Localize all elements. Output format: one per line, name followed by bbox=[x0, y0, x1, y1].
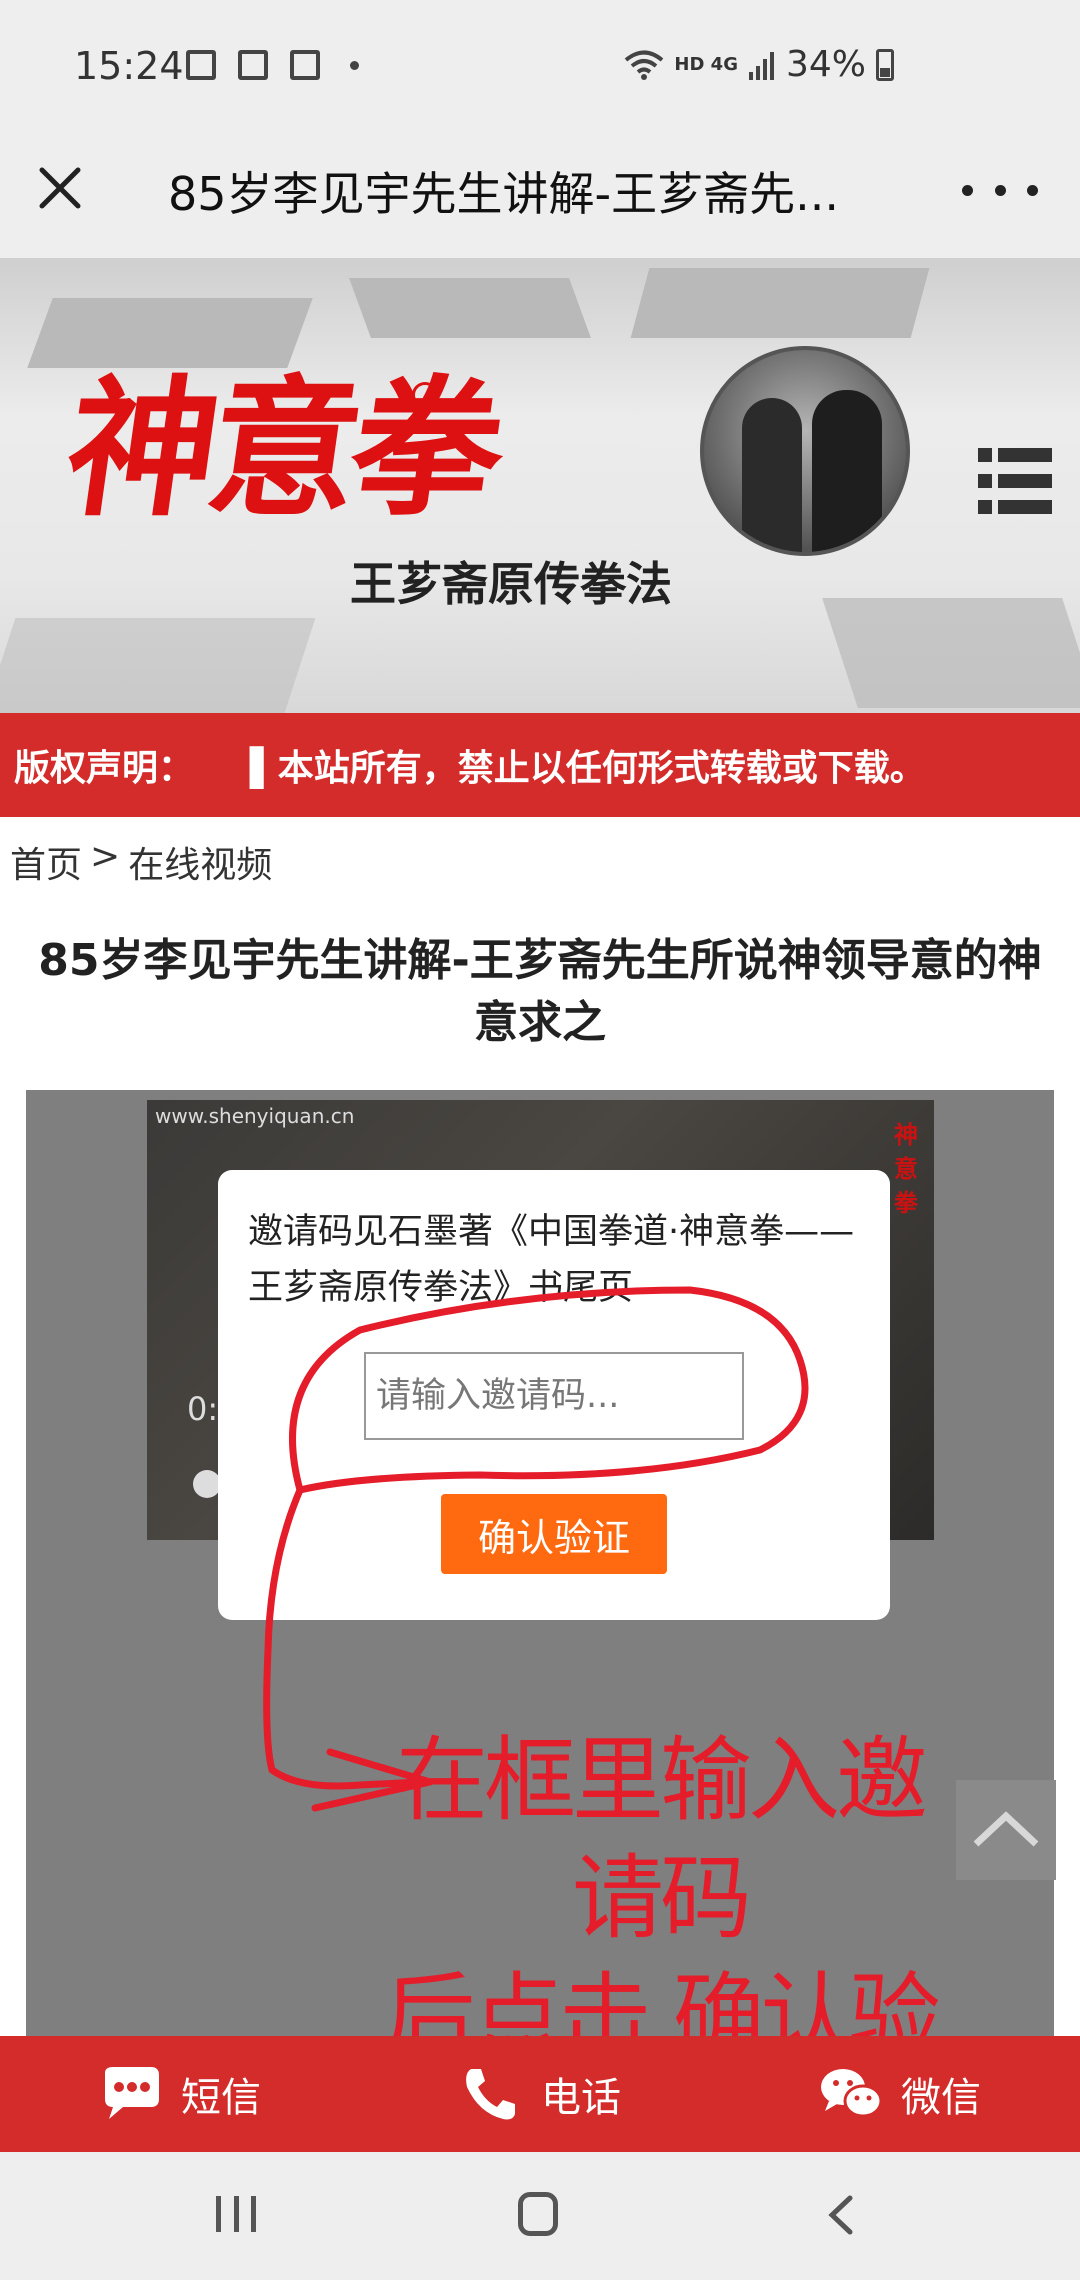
breadcrumb: 首页 > 在线视频 bbox=[10, 836, 272, 888]
breadcrumb-home[interactable]: 首页 bbox=[10, 836, 82, 888]
invite-code-dialog: 邀请码见石墨著《中国拳道·神意拳——王芗斋原传拳法》书尾页 确认验证 bbox=[218, 1170, 890, 1620]
sms-label: 短信 bbox=[181, 2075, 261, 2121]
battery-level: 34% bbox=[785, 44, 866, 85]
signal-icon bbox=[748, 51, 774, 80]
browser-title-bar: 85岁李见宇先生讲解-王芗斋先... bbox=[0, 134, 1080, 258]
recent-apps-icon[interactable] bbox=[216, 2196, 256, 2232]
back-to-top-button[interactable] bbox=[956, 1780, 1056, 1880]
annotation-line-1: 在框里输入邀请码 bbox=[395, 1727, 928, 1952]
status-bar: 15:24 HD 4G 34% bbox=[0, 0, 1080, 134]
invite-code-input[interactable] bbox=[364, 1352, 744, 1440]
home-icon[interactable] bbox=[518, 2192, 558, 2236]
status-system-icons: HD 4G 34% bbox=[624, 44, 894, 85]
video-time: 0: bbox=[187, 1390, 219, 1428]
page-title: 85岁李见宇先生讲解-王芗斋先... bbox=[168, 167, 839, 221]
more-notifications-icon bbox=[350, 60, 359, 70]
gallery-icon bbox=[186, 50, 216, 80]
site-logo[interactable]: 神意拳 bbox=[55, 328, 512, 545]
copyright-notice-bar: 版权声明： ▌本站所有，禁止以任何形式转载或下载。 bbox=[0, 713, 1080, 817]
message-icon bbox=[105, 2067, 159, 2119]
site-subtitle: 王芗斋原传拳法 bbox=[350, 557, 672, 611]
founder-portrait bbox=[700, 346, 910, 556]
menu-icon[interactable] bbox=[978, 448, 1052, 514]
wechat-label: 微信 bbox=[901, 2075, 981, 2121]
status-notification-icons bbox=[186, 50, 359, 80]
copyright-text: ▌本站所有，禁止以任何形式转载或下载。 bbox=[250, 748, 926, 789]
video-progress-handle[interactable] bbox=[193, 1470, 221, 1498]
breadcrumb-separator: > bbox=[90, 836, 121, 877]
breadcrumb-current[interactable]: 在线视频 bbox=[128, 836, 272, 888]
invite-code-message: 邀请码见石墨著《中国拳道·神意拳——王芗斋原传拳法》书尾页 bbox=[248, 1212, 855, 1308]
article-title: 85岁李见宇先生讲解-王芗斋先生所说神领导意的神意求之 bbox=[38, 935, 1042, 1048]
video-watermark: www.shenyiquan.cn bbox=[155, 1104, 355, 1128]
battery-icon bbox=[876, 48, 894, 81]
phone-button[interactable]: 电话 bbox=[360, 2036, 720, 2152]
close-icon[interactable] bbox=[28, 156, 92, 220]
registered-mark-icon bbox=[412, 382, 438, 408]
phone-label: 电话 bbox=[541, 2075, 621, 2121]
screenshot-icon bbox=[290, 50, 320, 80]
wifi-icon bbox=[625, 50, 664, 80]
wechat-button[interactable]: 微信 bbox=[720, 2036, 1080, 2152]
wechat-icon bbox=[821, 2069, 883, 2118]
site-header-banner: 神意拳 王芗斋原传拳法 bbox=[0, 258, 1080, 713]
phone-icon bbox=[466, 2069, 515, 2120]
back-icon[interactable] bbox=[826, 2194, 856, 2236]
system-navigation-bar bbox=[0, 2152, 1080, 2280]
contact-bar: 短信 电话 微信 bbox=[0, 2036, 1080, 2152]
status-time: 15:24 bbox=[74, 44, 184, 88]
network-type: HD 4G bbox=[674, 54, 738, 75]
confirm-verify-button[interactable]: 确认验证 bbox=[441, 1494, 667, 1574]
sms-button[interactable]: 短信 bbox=[0, 2036, 360, 2152]
video-stamp: 神意拳 bbox=[894, 1121, 918, 1217]
qr-code-icon bbox=[238, 50, 268, 80]
more-options-icon[interactable] bbox=[962, 170, 1038, 210]
chevron-up-icon bbox=[973, 1811, 1039, 1847]
copyright-label: 版权声明： bbox=[14, 748, 195, 789]
